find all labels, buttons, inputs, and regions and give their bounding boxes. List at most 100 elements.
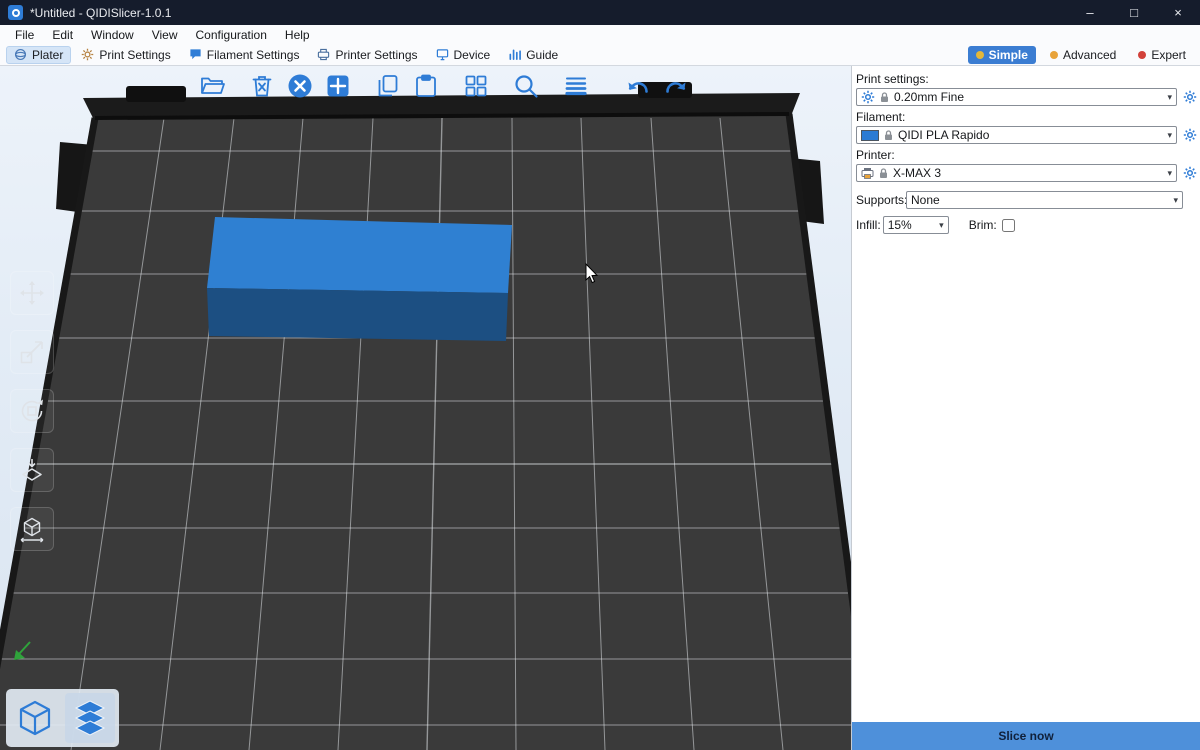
scale-tool-icon[interactable] [10, 330, 54, 374]
menu-edit[interactable]: Edit [43, 25, 82, 44]
print-settings-combo[interactable]: 0.20mm Fine ▾ [856, 88, 1177, 106]
tab-device[interactable]: Device [428, 46, 499, 64]
mode-label: Expert [1151, 48, 1186, 62]
paste-icon[interactable] [410, 70, 442, 102]
app-window: *Untitled - QIDISlicer-1.0.1 – □ × File … [0, 0, 1200, 750]
chevron-down-icon: ▾ [939, 220, 944, 231]
bed-surface[interactable] [0, 114, 851, 750]
titlebar: *Untitled - QIDISlicer-1.0.1 – □ × [0, 0, 1200, 25]
tab-label: Guide [526, 48, 558, 62]
place-on-face-tool-icon[interactable] [10, 448, 54, 492]
mode-label: Simple [989, 48, 1028, 62]
tab-label: Print Settings [99, 48, 170, 62]
filament-edit-icon[interactable] [1182, 128, 1198, 142]
preview-layers-view-icon[interactable] [65, 693, 115, 743]
menu-configuration[interactable]: Configuration [187, 25, 276, 44]
tab-label: Printer Settings [335, 48, 417, 62]
viewport-3d[interactable] [0, 66, 851, 750]
filament-combo[interactable]: QIDI PLA Rapido ▾ [856, 126, 1177, 144]
3d-editor-view-icon[interactable] [10, 693, 60, 743]
chevron-down-icon: ▾ [1167, 130, 1172, 141]
delete-icon[interactable] [246, 70, 278, 102]
mode-simple[interactable]: Simple [968, 46, 1036, 64]
supports-combo[interactable]: None ▾ [906, 191, 1183, 209]
arrange-icon[interactable] [322, 70, 354, 102]
filament-icon [189, 48, 202, 61]
copy-icon[interactable] [372, 70, 404, 102]
print-settings-gear-icon [81, 48, 94, 61]
move-tool-icon[interactable] [10, 271, 54, 315]
tab-guide[interactable]: Guide [500, 46, 566, 64]
filament-label: Filament: [856, 110, 1200, 124]
app-logo-icon [8, 5, 23, 20]
advanced-mode-dot [1050, 51, 1058, 59]
delete-all-icon[interactable] [284, 70, 316, 102]
undo-icon[interactable] [622, 70, 654, 102]
split-to-parts-icon[interactable] [460, 70, 492, 102]
plater-icon [14, 48, 27, 61]
print-bed[interactable] [0, 66, 851, 750]
mode-selector: Simple Advanced Expert [968, 46, 1194, 64]
rotate-tool-icon[interactable] [10, 389, 54, 433]
tabbar: Plater Print Settings Filament Settings … [0, 44, 1200, 66]
tab-printer-settings[interactable]: Printer Settings [309, 46, 425, 64]
slice-now-button[interactable]: Slice now [852, 722, 1200, 750]
tab-label: Filament Settings [207, 48, 300, 62]
viewport-toolbar [196, 70, 692, 102]
print-settings-edit-icon[interactable] [1182, 90, 1198, 104]
chevron-down-icon: ▾ [1173, 195, 1178, 206]
print-settings-value: 0.20mm Fine [894, 90, 1162, 104]
mode-expert[interactable]: Expert [1130, 46, 1194, 64]
printer-icon [317, 48, 330, 61]
filament-value: QIDI PLA Rapido [898, 128, 1162, 142]
search-icon[interactable] [510, 70, 542, 102]
open-folder-icon[interactable] [196, 70, 228, 102]
window-controls: – □ × [1068, 0, 1200, 25]
supports-value: None [911, 193, 1168, 207]
menu-window[interactable]: Window [82, 25, 143, 44]
tab-plater[interactable]: Plater [6, 46, 71, 64]
menu-help[interactable]: Help [276, 25, 319, 44]
menubar: File Edit Window View Configuration Help [0, 25, 1200, 44]
view-toggle-panel [6, 689, 119, 747]
tab-label: Device [454, 48, 491, 62]
close-button[interactable]: × [1156, 0, 1200, 25]
minimize-button[interactable]: – [1068, 0, 1112, 25]
simple-mode-dot [976, 51, 984, 59]
mode-label: Advanced [1063, 48, 1116, 62]
lock-icon [884, 130, 893, 141]
model-object[interactable] [207, 217, 512, 341]
printer-small-icon [861, 167, 874, 180]
bed-clip [126, 86, 186, 102]
print-settings-label: Print settings: [856, 72, 1200, 86]
measure-tool-icon[interactable] [10, 507, 54, 551]
printer-combo[interactable]: X-MAX 3 ▾ [856, 164, 1177, 182]
redo-icon[interactable] [660, 70, 692, 102]
device-monitor-icon [436, 48, 449, 61]
menu-view[interactable]: View [143, 25, 187, 44]
infill-combo[interactable]: 15% ▾ [883, 216, 949, 234]
lock-icon [880, 92, 889, 103]
expert-mode-dot [1138, 51, 1146, 59]
tab-print-settings[interactable]: Print Settings [73, 46, 178, 64]
settings-sidebar: Print settings: 0.20mm Fine ▾ Filament: … [851, 66, 1200, 750]
maximize-button[interactable]: □ [1112, 0, 1156, 25]
chevron-down-icon: ▾ [1167, 168, 1172, 179]
infill-label: Infill: [856, 218, 881, 232]
guide-icon [508, 48, 521, 61]
filament-color-swatch [861, 130, 879, 141]
lock-icon [879, 168, 888, 179]
gizmo-toolbar [10, 271, 54, 551]
brim-checkbox[interactable] [1002, 219, 1015, 232]
tab-filament-settings[interactable]: Filament Settings [181, 46, 308, 64]
window-title: *Untitled - QIDISlicer-1.0.1 [30, 6, 1068, 20]
menu-file[interactable]: File [6, 25, 43, 44]
tab-label: Plater [32, 48, 63, 62]
printer-label: Printer: [856, 148, 1200, 162]
brim-label: Brim: [969, 218, 997, 232]
chevron-down-icon: ▾ [1167, 92, 1172, 103]
mode-advanced[interactable]: Advanced [1042, 46, 1124, 64]
variable-layer-height-icon[interactable] [560, 70, 592, 102]
infill-value: 15% [888, 218, 934, 232]
printer-edit-icon[interactable] [1182, 166, 1198, 180]
